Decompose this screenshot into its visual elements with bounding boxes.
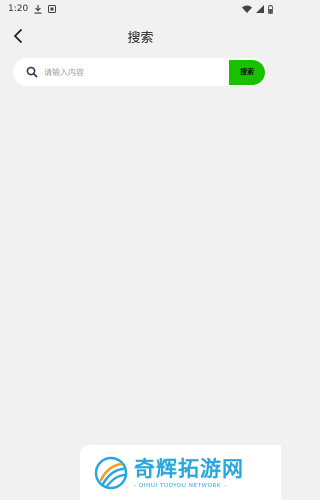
page-title: 搜索	[127, 30, 154, 46]
status-time: 1:20	[8, 4, 29, 14]
search-input[interactable]	[44, 67, 229, 77]
chevron-left-icon	[13, 29, 23, 43]
watermark: 奇辉拓游网 - QIHUI TUOYOU NETWORK -	[80, 445, 281, 500]
search-button[interactable]: 搜索	[229, 59, 265, 85]
watermark-title: 奇辉拓游网	[134, 456, 244, 481]
watermark-subtitle: - QIHUI TUOYOU NETWORK -	[134, 482, 227, 489]
cell-signal-icon	[256, 5, 264, 13]
notification-app-icon	[48, 5, 57, 13]
site-logo-icon	[94, 456, 128, 490]
download-icon	[34, 4, 42, 14]
wifi-icon	[242, 5, 252, 13]
status-bar: 1:20	[0, 0, 281, 18]
search-bar: 搜索	[13, 58, 267, 86]
search-icon	[26, 66, 38, 78]
battery-icon	[268, 4, 273, 14]
header: 搜索	[0, 22, 281, 50]
back-button[interactable]	[8, 26, 28, 46]
